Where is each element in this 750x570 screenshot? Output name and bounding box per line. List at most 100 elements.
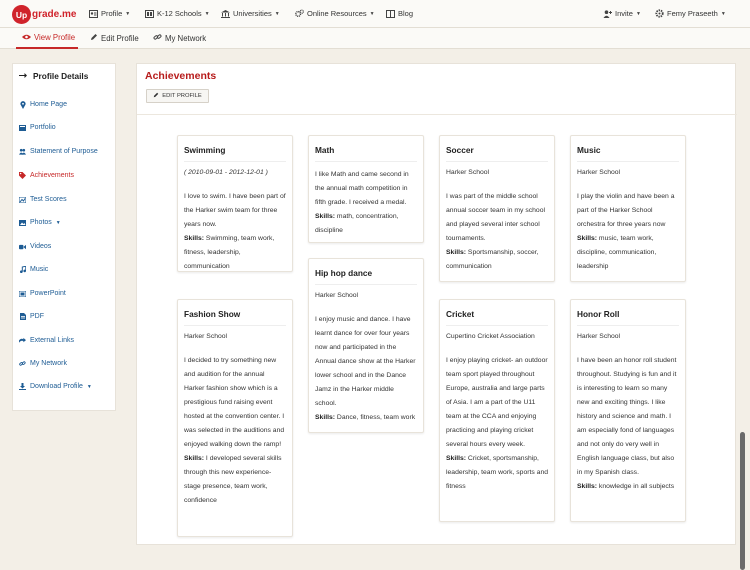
link-icon	[153, 33, 162, 43]
tab-view-profile[interactable]: View Profile	[22, 33, 75, 42]
card-divider	[184, 325, 286, 326]
achievement-card: Swimming ( 2010-09-01 - 2012-12-01 ) I l…	[177, 135, 293, 272]
tab-edit-profile-label: Edit Profile	[101, 33, 139, 43]
sidebar-item-download-profile[interactable]: Download Profile ▼	[19, 383, 92, 390]
tab-view-profile-label: View Profile	[34, 33, 76, 42]
arrow-right-icon	[19, 71, 27, 81]
nav-blog-label: Blog	[398, 9, 414, 18]
achievement-card: Music Harker School I play the violin an…	[570, 135, 686, 282]
sidebar-item-statement-of-purpose[interactable]: Statement of Purpose	[19, 148, 98, 155]
edit-profile-button[interactable]: EDIT PROFILE	[146, 89, 209, 103]
tab-my-network[interactable]: My Network	[153, 33, 206, 43]
sidebar-title: Profile Details	[33, 71, 89, 81]
user-group-icon	[19, 148, 26, 155]
nav-profile-label: Profile	[101, 9, 123, 18]
sidebar-item-my-network[interactable]: My Network	[19, 360, 67, 367]
card-description: I enjoy playing cricket- an outdoor team…	[446, 357, 548, 448]
nav-k12-schools[interactable]: K-12 Schools ▼	[145, 9, 210, 18]
skills-label: Skills:	[446, 455, 467, 462]
sidebar-item-label: Statement of Purpose	[30, 148, 98, 155]
skills-label: Skills:	[315, 213, 336, 220]
sidebar-item-label: PDF	[30, 313, 44, 320]
skills-label: Skills:	[184, 235, 205, 242]
sidebar-item-label: My Network	[30, 360, 67, 367]
card-description: I decided to try something new and audit…	[184, 357, 285, 448]
tag-icon	[19, 172, 26, 179]
sidebar-item-pdf[interactable]: PDF	[19, 313, 44, 320]
video-camera-icon	[19, 243, 26, 250]
card-description: I was part of the middle school annual s…	[446, 193, 545, 242]
page-scrollbar[interactable]	[740, 432, 745, 570]
sidebar-item-test-scores[interactable]: Test Scores	[19, 196, 67, 203]
achievement-card: Hip hop dance Harker School I enjoy musi…	[308, 258, 424, 433]
sidebar-item-music[interactable]: Music	[19, 266, 48, 273]
card-divider	[446, 325, 548, 326]
nav-online-resources[interactable]: Online Resources ▼	[295, 9, 375, 18]
nav-blog[interactable]: Blog	[386, 9, 413, 18]
sidebar-item-home-page[interactable]: Home Page	[19, 100, 67, 109]
skills-label: Skills:	[577, 483, 598, 490]
skills-label: Skills:	[315, 414, 336, 421]
nav-profile[interactable]: Profile ▼	[89, 9, 130, 18]
sidebar-item-label: Home Page	[30, 101, 67, 108]
chevron-down-icon: ▼	[720, 10, 726, 17]
image-icon	[19, 219, 26, 226]
card-divider	[315, 284, 417, 285]
skills-value: Dance, fitness, team work	[336, 414, 416, 421]
card-divider	[446, 161, 548, 162]
skills-label: Skills:	[446, 249, 467, 256]
sidebar-item-powerpoint[interactable]: PowerPoint	[19, 290, 66, 297]
tab-edit-profile[interactable]: Edit Profile	[90, 33, 139, 43]
sidebar-item-label: Portfolio	[30, 124, 56, 131]
chevron-down-icon: ▼	[55, 219, 61, 226]
achievements-panel: Achievements EDIT PROFILE Swimming ( 201…	[136, 63, 737, 545]
card-skills: Skills: knowledge in all subjects	[577, 480, 679, 494]
edit-profile-label: EDIT PROFILE	[162, 93, 202, 99]
brand-logo[interactable]: Up grade.me	[12, 5, 76, 24]
card-divider	[315, 161, 417, 162]
card-description: I have been an honor roll student throug…	[577, 357, 677, 476]
card-divider	[577, 161, 679, 162]
user-plus-icon	[603, 9, 612, 18]
nav-universities-label: Universities	[233, 9, 272, 18]
sidebar-item-videos[interactable]: Videos	[19, 243, 51, 250]
card-organization: Harker School	[446, 169, 490, 176]
document-icon	[19, 313, 26, 320]
sidebar-header: Profile Details	[19, 71, 88, 81]
nav-universities[interactable]: Universities ▼	[221, 9, 280, 18]
card-title: Swimming	[184, 145, 226, 155]
download-icon	[19, 383, 26, 390]
sidebar-item-external-links[interactable]: External Links	[19, 337, 74, 344]
university-icon	[221, 9, 230, 18]
achievement-card: Honor Roll Harker School I have been an …	[570, 299, 686, 522]
card-title: Fashion Show	[184, 309, 241, 319]
card-description: I love to swim. I have been part of the …	[184, 193, 286, 228]
achievement-card: Cricket Cupertino Cricket Association I …	[439, 299, 555, 522]
skills-value: I developed several skills through this …	[184, 455, 282, 504]
chevron-down-icon: ▼	[204, 10, 210, 17]
card-description: I enjoy music and dance. I have learnt d…	[315, 316, 416, 407]
slides-icon	[19, 290, 26, 297]
sidebar-item-portfolio[interactable]: Portfolio	[19, 124, 56, 131]
skills-value: knowledge in all subjects	[598, 483, 675, 490]
card-organization: Harker School	[315, 292, 359, 299]
card-skills: Skills: Swimming, team work, fitness, le…	[184, 232, 286, 271]
sidebar-item-photos[interactable]: Photos ▼	[19, 219, 61, 226]
nav-user-menu[interactable]: Femy Praseeth ▼	[655, 9, 726, 18]
chevron-down-icon: ▼	[635, 10, 641, 17]
sidebar-item-label: Download Profile	[30, 383, 83, 390]
achievement-card: Math I like Math and came second in the …	[308, 135, 424, 243]
sidebar-item-label: Test Scores	[30, 196, 67, 203]
card-title: Honor Roll	[577, 309, 620, 319]
nav-invite[interactable]: Invite ▼	[603, 9, 641, 18]
chevron-down-icon: ▼	[274, 10, 280, 17]
skills-label: Skills:	[184, 455, 205, 462]
logo-mark: Up	[12, 5, 31, 24]
card-skills: Skills: Cricket, sportsmanship, leadersh…	[446, 452, 548, 494]
card-skills: Skills: Sportsmanship, soccer, communica…	[446, 246, 548, 274]
card-title: Soccer	[446, 145, 474, 155]
divider	[137, 114, 737, 115]
card-skills: Skills: I developed several skills throu…	[184, 452, 286, 508]
sidebar-item-achievements[interactable]: Achievements	[19, 172, 74, 179]
page-title: Achievements	[145, 70, 217, 82]
